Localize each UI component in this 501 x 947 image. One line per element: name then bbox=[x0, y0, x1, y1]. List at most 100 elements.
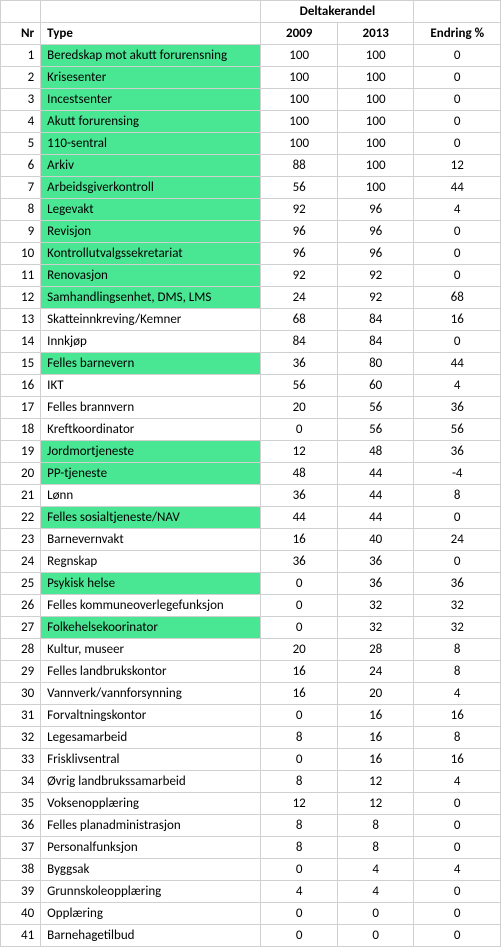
cell-change: 68 bbox=[414, 287, 501, 309]
cell-y2: 100 bbox=[337, 45, 414, 67]
cell-y1: 56 bbox=[261, 177, 338, 199]
table-row: 7Arbeidsgiverkontroll5610044 bbox=[1, 177, 501, 199]
table-row: 16IKT56604 bbox=[1, 375, 501, 397]
cell-change: 0 bbox=[414, 265, 501, 287]
cell-nr: 3 bbox=[1, 89, 41, 111]
cell-change: 0 bbox=[414, 551, 501, 573]
cell-y2: 80 bbox=[337, 353, 414, 375]
cell-y2: 100 bbox=[337, 89, 414, 111]
cell-y1: 100 bbox=[261, 67, 338, 89]
cell-nr: 32 bbox=[1, 727, 41, 749]
cell-type: Felles sosialtjeneste/NAV bbox=[41, 507, 261, 529]
cell-change: 32 bbox=[414, 595, 501, 617]
table-row: 41Barnehagetilbud000 bbox=[1, 925, 501, 947]
cell-y1: 12 bbox=[261, 793, 338, 815]
cell-y1: 36 bbox=[261, 353, 338, 375]
cell-type: Felles brannvern bbox=[41, 397, 261, 419]
cell-y1: 0 bbox=[261, 595, 338, 617]
table-row: 17Felles brannvern205636 bbox=[1, 397, 501, 419]
cell-nr: 22 bbox=[1, 507, 41, 529]
cell-y1: 4 bbox=[261, 881, 338, 903]
cell-y1: 48 bbox=[261, 463, 338, 485]
cell-nr: 4 bbox=[1, 111, 41, 133]
cell-y1: 0 bbox=[261, 705, 338, 727]
cell-y2: 16 bbox=[337, 727, 414, 749]
cell-y2: 96 bbox=[337, 199, 414, 221]
cell-y1: 100 bbox=[261, 111, 338, 133]
cell-type: Innkjøp bbox=[41, 331, 261, 353]
cell-y1: 8 bbox=[261, 837, 338, 859]
cell-change: 44 bbox=[414, 353, 501, 375]
cell-type: Kultur, museer bbox=[41, 639, 261, 661]
table-row: 18Kreftkoordinator05656 bbox=[1, 419, 501, 441]
table-row: 9Revisjon96960 bbox=[1, 221, 501, 243]
cell-type: Opplæring bbox=[41, 903, 261, 925]
cell-nr: 5 bbox=[1, 133, 41, 155]
cell-change: 0 bbox=[414, 221, 501, 243]
cell-y2: 32 bbox=[337, 595, 414, 617]
cell-change: 4 bbox=[414, 199, 501, 221]
cell-y1: 20 bbox=[261, 639, 338, 661]
cell-nr: 18 bbox=[1, 419, 41, 441]
cell-type: Folkehelsekoorinator bbox=[41, 617, 261, 639]
cell-change: 36 bbox=[414, 573, 501, 595]
cell-nr: 26 bbox=[1, 595, 41, 617]
cell-type: Arbeidsgiverkontroll bbox=[41, 177, 261, 199]
cell-y1: 36 bbox=[261, 551, 338, 573]
cell-y1: 36 bbox=[261, 485, 338, 507]
cell-y2: 84 bbox=[337, 309, 414, 331]
cell-y1: 8 bbox=[261, 727, 338, 749]
cell-change: 32 bbox=[414, 617, 501, 639]
cell-y1: 100 bbox=[261, 89, 338, 111]
cell-type: Barnevernvakt bbox=[41, 529, 261, 551]
cell-type: Renovasjon bbox=[41, 265, 261, 287]
table-row: 21Lønn36448 bbox=[1, 485, 501, 507]
cell-nr: 34 bbox=[1, 771, 41, 793]
cell-type: Krisesenter bbox=[41, 67, 261, 89]
table-row: 35Voksenopplæring12120 bbox=[1, 793, 501, 815]
table-row: 27Folkehelsekoorinator03232 bbox=[1, 617, 501, 639]
cell-type: Felles landbrukskontor bbox=[41, 661, 261, 683]
cell-type: Kontrollutvalgssekretariat bbox=[41, 243, 261, 265]
table-row: 12Samhandlingsenhet, DMS, LMS249268 bbox=[1, 287, 501, 309]
cell-change: 0 bbox=[414, 837, 501, 859]
table-row: 25Psykisk helse03636 bbox=[1, 573, 501, 595]
cell-y2: 100 bbox=[337, 111, 414, 133]
table-row: 15Felles barnevern368044 bbox=[1, 353, 501, 375]
table-row: 24Regnskap36360 bbox=[1, 551, 501, 573]
cell-change: 24 bbox=[414, 529, 501, 551]
cell-type: Vannverk/vannforsynning bbox=[41, 683, 261, 705]
cell-type: Felles barnevern bbox=[41, 353, 261, 375]
cell-type: Incestsenter bbox=[41, 89, 261, 111]
table-row: 39Grunnskoleopplæring440 bbox=[1, 881, 501, 903]
cell-y1: 0 bbox=[261, 903, 338, 925]
cell-type: Byggsak bbox=[41, 859, 261, 881]
cell-change: 36 bbox=[414, 441, 501, 463]
cell-change: -4 bbox=[414, 463, 501, 485]
cell-nr: 28 bbox=[1, 639, 41, 661]
table-row: 37Personalfunksjon880 bbox=[1, 837, 501, 859]
table-row: 2Krisesenter1001000 bbox=[1, 67, 501, 89]
cell-type: Forvaltningskontor bbox=[41, 705, 261, 727]
cell-nr: 27 bbox=[1, 617, 41, 639]
cell-change: 44 bbox=[414, 177, 501, 199]
cell-change: 0 bbox=[414, 67, 501, 89]
header-y2: 2013 bbox=[337, 23, 414, 45]
cell-nr: 8 bbox=[1, 199, 41, 221]
table-row: 40Opplæring000 bbox=[1, 903, 501, 925]
cell-y2: 24 bbox=[337, 661, 414, 683]
cell-y2: 36 bbox=[337, 573, 414, 595]
group-header: Deltakerandel bbox=[261, 1, 414, 23]
cell-change: 4 bbox=[414, 683, 501, 705]
cell-type: Grunnskoleopplæring bbox=[41, 881, 261, 903]
cell-nr: 25 bbox=[1, 573, 41, 595]
cell-nr: 20 bbox=[1, 463, 41, 485]
cell-type: Akutt forurensing bbox=[41, 111, 261, 133]
table-row: 1Beredskap mot akutt forurensning1001000 bbox=[1, 45, 501, 67]
cell-type: Felles kommuneoverlegefunksjon bbox=[41, 595, 261, 617]
cell-change: 0 bbox=[414, 793, 501, 815]
cell-y1: 44 bbox=[261, 507, 338, 529]
cell-change: 8 bbox=[414, 727, 501, 749]
cell-type: Beredskap mot akutt forurensning bbox=[41, 45, 261, 67]
cell-y1: 24 bbox=[261, 287, 338, 309]
